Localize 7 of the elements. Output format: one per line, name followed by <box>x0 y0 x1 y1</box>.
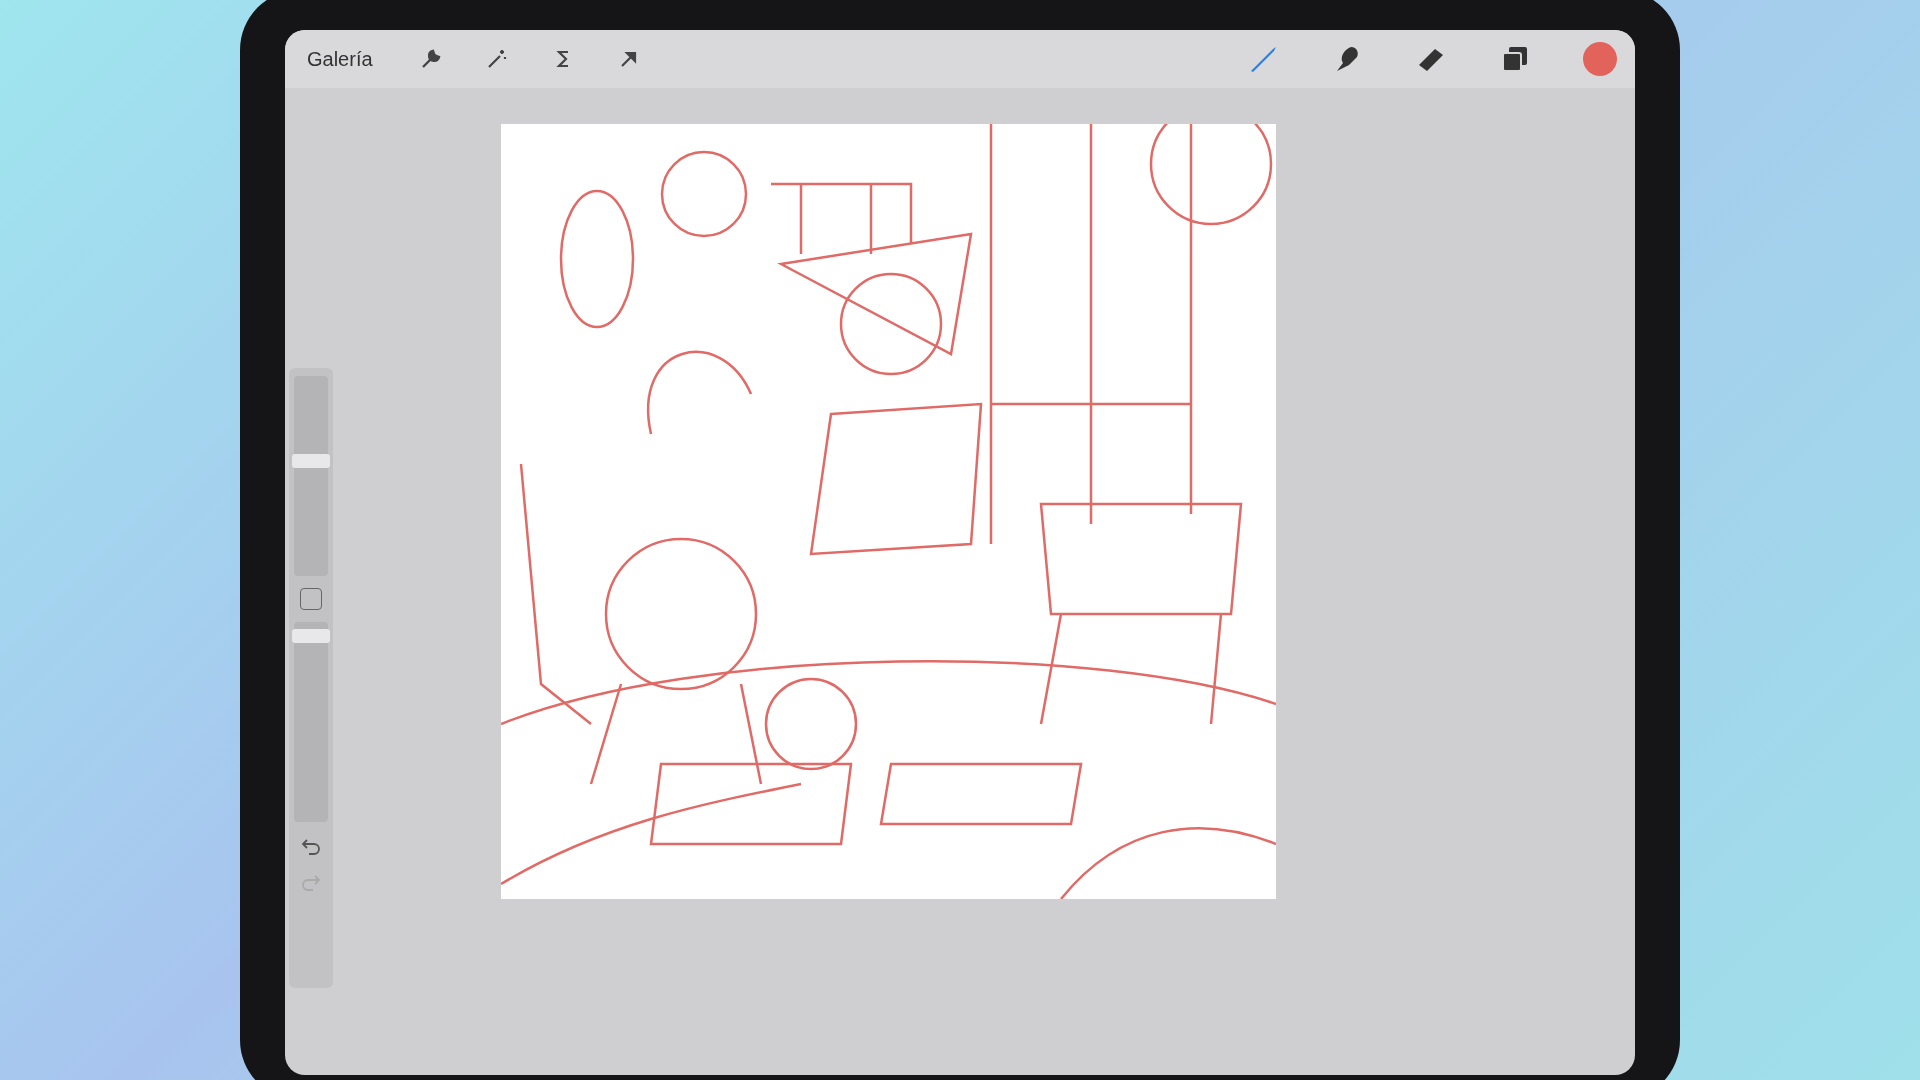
slider-thumb[interactable] <box>292 454 330 469</box>
brush-size-slider[interactable] <box>294 376 328 576</box>
modify-button[interactable] <box>300 588 322 610</box>
color-swatch[interactable] <box>1583 42 1617 76</box>
slider-thumb[interactable] <box>292 629 330 644</box>
gallery-button[interactable]: Galería <box>303 43 377 75</box>
opacity-slider[interactable] <box>294 622 328 822</box>
